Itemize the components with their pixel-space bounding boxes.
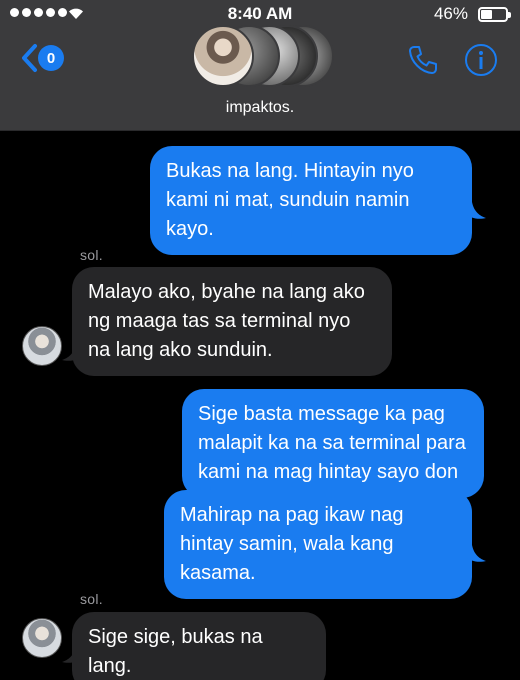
group-avatar-stack[interactable] [192,25,334,89]
message-bubble-outgoing[interactable]: Bukas na lang. Hintayin nyo kami ni mat,… [150,146,472,255]
sender-name: sol. [80,591,103,607]
message-bubble-outgoing[interactable]: Sige basta message ka pag malapit ka na … [182,389,484,498]
back-button[interactable]: 0 [20,42,66,74]
info-icon[interactable] [464,43,498,77]
bubble-tail [62,646,82,663]
battery-percentage: 46% [433,4,468,23]
avatar [192,25,254,87]
message-text: Malayo ako, byahe na lang ako ng maaga t… [88,281,365,361]
avatar[interactable] [22,618,62,658]
message-bubble-incoming[interactable]: Malayo ako, byahe na lang ako ng maaga t… [72,267,392,376]
message-text: Sige sige, bukas na lang. [88,626,263,677]
group-name[interactable]: impaktos. [0,99,520,117]
message-bubble-outgoing[interactable]: Mahirap na pag ikaw nag hintay samin, wa… [164,490,472,599]
unread-count-badge: 0 [38,45,64,71]
conversation-header: 8:40 AM 46% 0 impaktos. [0,0,520,131]
message-text: Sige basta message ka pag malapit ka na … [198,403,466,483]
bubble-tail [62,344,82,361]
avatar[interactable] [22,326,62,366]
message-bubble-incoming[interactable]: Sige sige, bukas na lang. [72,612,326,680]
chevron-left-icon [22,44,37,72]
phone-call-icon[interactable] [406,43,440,77]
bubble-tail [466,545,486,562]
status-bar: 8:40 AM 46% [0,0,520,28]
sender-name: sol. [80,247,103,263]
message-thread[interactable]: Bukas na lang. Hintayin nyo kami ni mat,… [0,132,520,680]
battery-icon [478,7,511,22]
message-text: Bukas na lang. Hintayin nyo kami ni mat,… [166,160,414,240]
message-text: Mahirap na pag ikaw nag hintay samin, wa… [180,504,404,584]
bubble-tail [466,202,486,219]
